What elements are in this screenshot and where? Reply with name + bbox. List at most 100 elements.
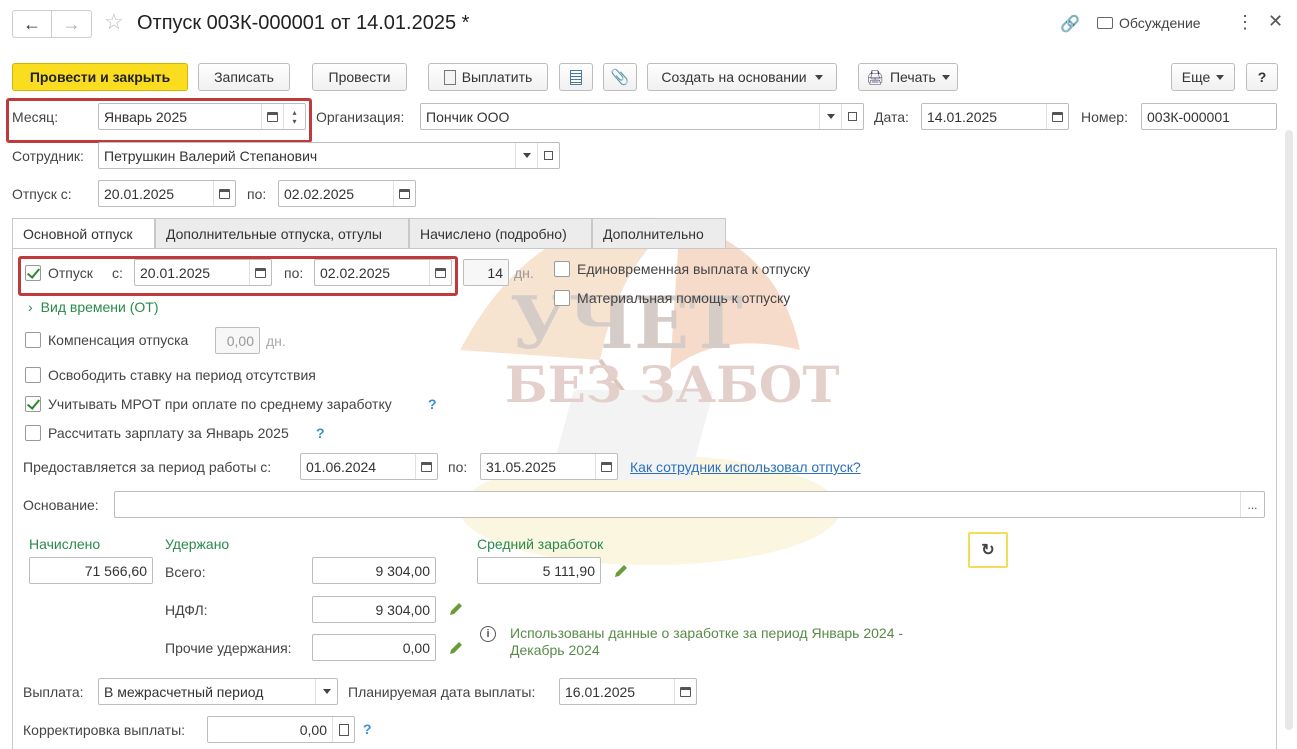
from-value: 20.01.2025 <box>140 264 211 281</box>
vac-from-field[interactable]: 20.01.2025 <box>98 180 236 207</box>
one-time-payment-checkbox[interactable] <box>554 261 570 277</box>
calendar-icon[interactable] <box>393 181 415 206</box>
help-icon[interactable]: ? <box>363 721 372 737</box>
create-based-label: Создать на основании <box>661 69 807 85</box>
days-unit: дн. <box>514 265 534 281</box>
date-value: 14.01.2025 <box>927 108 998 125</box>
month-field[interactable]: Январь 2025 ▴ ▾ <box>98 103 306 130</box>
tab-additional-vacations[interactable]: Дополнительные отпуска, отгулы <box>155 218 409 248</box>
mrot-label: Учитывать МРОТ при оплате по среднему за… <box>48 396 392 412</box>
refresh-button[interactable]: ↻ <box>968 532 1008 568</box>
org-field[interactable]: Пончик ООО <box>420 103 864 130</box>
compensation-label: Компенсация отпуска <box>48 332 189 348</box>
avg-field: 5 111,90 <box>477 557 601 584</box>
back-button[interactable]: ← <box>12 10 52 38</box>
release-rate-checkbox[interactable] <box>25 367 41 383</box>
pay-label: Выплатить <box>461 69 533 85</box>
planned-date-label: Планируемая дата выплаты: <box>348 684 536 700</box>
open-icon[interactable] <box>537 143 559 168</box>
dropdown-icon[interactable] <box>515 143 537 168</box>
chevron-right-icon: › <box>28 299 33 315</box>
accrued-field: 71 566,60 <box>29 557 153 584</box>
compensation-checkbox[interactable] <box>25 332 41 348</box>
to-field[interactable]: 02.02.2025 <box>314 259 452 286</box>
calendar-icon[interactable] <box>249 260 271 285</box>
total-field: 9 304,00 <box>312 557 436 584</box>
vac-from-label: Отпуск с: <box>12 186 72 202</box>
more-button[interactable]: Еще <box>1171 63 1235 91</box>
document-icon <box>443 69 456 85</box>
vacation-checkbox[interactable] <box>25 265 41 281</box>
to-label: по: <box>284 265 304 281</box>
create-based-button[interactable]: Создать на основании <box>647 63 837 91</box>
how-used-link[interactable]: Как сотрудник использовал отпуск? <box>630 459 861 475</box>
period-from-field[interactable]: 01.06.2024 <box>300 453 438 480</box>
chevron-down-icon <box>941 74 950 80</box>
help-icon[interactable]: ? <box>316 425 325 441</box>
month-value: Январь 2025 <box>104 108 188 125</box>
basis-field[interactable]: ... <box>114 491 1265 518</box>
forward-button[interactable]: → <box>52 10 92 38</box>
open-icon[interactable] <box>841 104 863 129</box>
more-vert-icon[interactable]: ⋮ <box>1236 12 1254 33</box>
ndfl-field: 9 304,00 <box>312 596 436 623</box>
tab-accrued-detailed[interactable]: Начислено (подробно) <box>409 218 592 248</box>
month-label: Месяц: <box>12 109 59 125</box>
post-close-button[interactable]: Провести и закрыть <box>12 63 188 91</box>
calc-salary-checkbox[interactable] <box>25 425 41 441</box>
calendar-icon[interactable] <box>1046 104 1068 129</box>
payout-field[interactable]: В межрасчетный период <box>98 678 338 705</box>
vac-to-value: 02.02.2025 <box>284 185 355 202</box>
other-value: 0,00 <box>402 639 430 656</box>
dropdown-icon[interactable] <box>315 679 337 704</box>
arrow-left-icon: ← <box>23 13 41 34</box>
number-field[interactable]: 003К-000001 <box>1141 103 1277 130</box>
help-button[interactable]: ? <box>1246 63 1278 91</box>
calendar-icon[interactable] <box>595 454 617 479</box>
edit-pencil-icon[interactable] <box>448 640 464 656</box>
dropdown-icon[interactable] <box>819 104 841 129</box>
paperclip-icon: 📎 <box>610 69 630 86</box>
calendar-icon[interactable] <box>415 454 437 479</box>
date-field[interactable]: 14.01.2025 <box>921 103 1069 130</box>
print-label: Печать <box>889 69 936 85</box>
planned-date-field[interactable]: 16.01.2025 <box>559 678 697 705</box>
close-icon[interactable]: ✕ <box>1268 11 1283 32</box>
mrot-checkbox[interactable] <box>25 396 41 412</box>
select-ellipsis-icon[interactable]: ... <box>1240 492 1264 517</box>
tab-main-vacation[interactable]: Основной отпуск <box>12 218 155 249</box>
favorite-star-icon[interactable]: ☆ <box>104 9 124 35</box>
attach-button[interactable]: 📎 <box>603 63 637 91</box>
calculator-icon[interactable] <box>332 717 354 742</box>
correction-field[interactable]: 0,00 <box>207 716 355 743</box>
calendar-icon[interactable] <box>213 181 235 206</box>
employee-field[interactable]: Петрушкин Валерий Степанович <box>98 142 560 169</box>
calendar-icon[interactable] <box>674 679 696 704</box>
save-button[interactable]: Записать <box>198 63 290 91</box>
withheld-label: Удержано <box>165 536 230 552</box>
discussion-button[interactable]: Обсуждение <box>1097 15 1201 31</box>
vac-to-field[interactable]: 02.02.2025 <box>278 180 416 207</box>
period-to-field[interactable]: 31.05.2025 <box>480 453 618 480</box>
edit-pencil-icon[interactable] <box>613 563 629 579</box>
calendar-icon[interactable] <box>261 104 283 129</box>
journal-button[interactable] <box>559 63 593 91</box>
calendar-icon[interactable] <box>429 260 451 285</box>
edit-pencil-icon[interactable] <box>448 601 464 617</box>
help-icon[interactable]: ? <box>428 396 437 412</box>
from-field[interactable]: 20.01.2025 <box>134 259 272 286</box>
chat-icon <box>1097 17 1113 29</box>
material-help-label: Материальная помощь к отпуску <box>577 290 791 306</box>
print-button[interactable]: 🖨 Печать <box>858 63 958 91</box>
pay-button[interactable]: Выплатить <box>428 63 548 91</box>
refresh-icon: ↻ <box>981 542 995 559</box>
material-help-checkbox[interactable] <box>554 290 570 306</box>
spin-icon[interactable]: ▴ ▾ <box>283 104 305 129</box>
scrollbar[interactable] <box>1285 130 1293 730</box>
tab-additional[interactable]: Дополнительно <box>592 218 726 248</box>
org-value: Пончик ООО <box>426 108 510 125</box>
post-button[interactable]: Провести <box>312 63 407 91</box>
link-icon[interactable]: 🔗 <box>1060 14 1080 34</box>
release-rate-label: Освободить ставку на период отсутствия <box>48 367 316 383</box>
time-type-link[interactable]: › Вид времени (ОТ) <box>28 299 159 315</box>
